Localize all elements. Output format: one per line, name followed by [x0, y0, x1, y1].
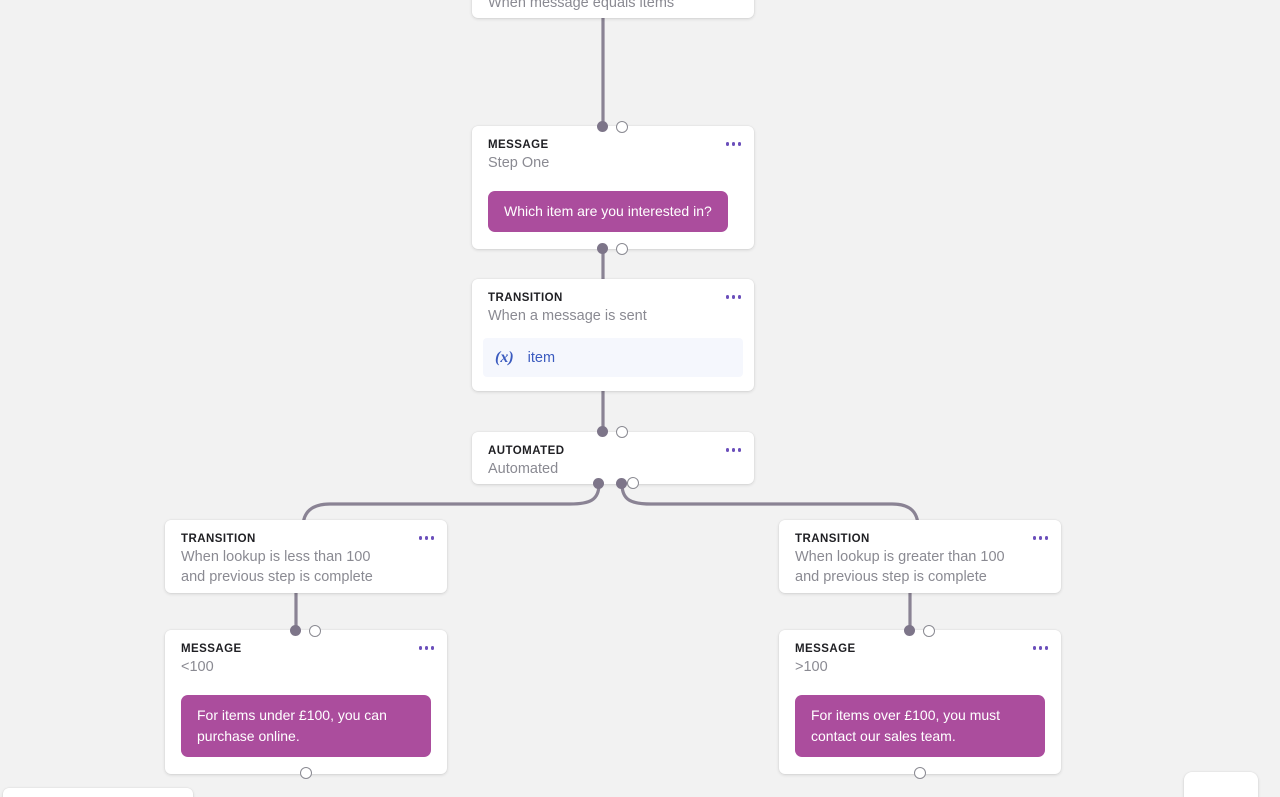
node-transition-message-sent[interactable]: TRANSITION When a message is sent (x) it… — [472, 279, 754, 391]
port-add-transition-greater-than[interactable] — [923, 625, 935, 637]
node-subtitle: When lookup is less than 100 and previou… — [181, 549, 373, 585]
port-add-transition-message-sent[interactable] — [616, 426, 628, 438]
bubble-container: For items under £100, you can purchase o… — [165, 677, 447, 771]
node-subtitle: Automated — [488, 461, 559, 477]
message-bubble: For items under £100, you can purchase o… — [181, 695, 431, 757]
node-message-step-one[interactable]: MESSAGE Step One Which item are you inte… — [472, 126, 754, 249]
port-out-transition-message-sent — [597, 426, 608, 437]
variable-container: (x) item — [472, 326, 754, 391]
variable-chip[interactable]: (x) item — [483, 338, 743, 377]
node-kicker: TRANSITION — [181, 533, 256, 545]
node-header: AUTOMATED Automated — [472, 432, 754, 479]
port-add-message-under-100[interactable] — [300, 767, 312, 779]
node-kicker: MESSAGE — [795, 643, 856, 655]
node-kicker: TRANSITION — [795, 533, 870, 545]
ellipsis-icon[interactable] — [725, 295, 741, 299]
node-subtitle: <100 — [181, 659, 214, 675]
port-add-step-one-bot[interactable] — [616, 243, 628, 255]
port-out-step-one — [597, 243, 608, 254]
node-subtitle: When lookup is greater than 100 and prev… — [795, 549, 1005, 585]
node-subtitle: >100 — [795, 659, 828, 675]
clipped-top-node[interactable]: When message equals items — [472, 0, 754, 18]
message-bubble: Which item are you interested in? — [488, 191, 728, 232]
node-automated[interactable]: AUTOMATED Automated — [472, 432, 754, 484]
node-message-over-100[interactable]: MESSAGE >100 For items over £100, you mu… — [779, 630, 1061, 774]
node-header: MESSAGE >100 — [779, 630, 1061, 677]
bubble-container: Which item are you interested in? — [472, 173, 754, 254]
ellipsis-icon[interactable] — [418, 536, 434, 540]
port-add-transition-less-than[interactable] — [309, 625, 321, 637]
bubble-container: For items over £100, you must contact ou… — [779, 677, 1061, 771]
node-subtitle: When a message is sent — [488, 308, 647, 324]
ellipsis-icon[interactable] — [418, 646, 434, 650]
ellipsis-icon[interactable] — [725, 142, 741, 146]
node-subtitle: Step One — [488, 155, 550, 171]
node-transition-greater-than-100[interactable]: TRANSITION When lookup is greater than 1… — [779, 520, 1061, 593]
flow-canvas[interactable]: When message equals items MESSAGE Step O… — [0, 0, 1280, 797]
port-add-automated[interactable] — [627, 477, 639, 489]
port-in-step-one — [597, 121, 608, 132]
node-header: MESSAGE Step One — [472, 126, 754, 173]
ellipsis-icon[interactable] — [1032, 646, 1048, 650]
node-kicker: MESSAGE — [181, 643, 242, 655]
port-out-transition-greater-than — [904, 625, 915, 636]
node-header: TRANSITION When a message is sent — [472, 279, 754, 326]
node-header: TRANSITION When lookup is less than 100 … — [165, 520, 447, 587]
node-header: MESSAGE <100 — [165, 630, 447, 677]
port-out-automated-left — [593, 478, 604, 489]
port-add-message-over-100[interactable] — [914, 767, 926, 779]
port-out-automated-right — [616, 478, 627, 489]
clipped-bottom-left-node[interactable] — [3, 788, 193, 797]
node-kicker: TRANSITION — [488, 292, 563, 304]
node-kicker: MESSAGE — [488, 139, 549, 151]
ellipsis-icon[interactable] — [725, 448, 741, 452]
help-fab[interactable] — [1184, 772, 1258, 797]
node-transition-less-than-100[interactable]: TRANSITION When lookup is less than 100 … — [165, 520, 447, 593]
node-message-under-100[interactable]: MESSAGE <100 For items under £100, you c… — [165, 630, 447, 774]
node-header: TRANSITION When lookup is greater than 1… — [779, 520, 1061, 587]
port-add-step-one-top[interactable] — [616, 121, 628, 133]
message-bubble: For items over £100, you must contact ou… — [795, 695, 1045, 757]
variable-name: item — [527, 349, 556, 366]
ellipsis-icon[interactable] — [1032, 536, 1048, 540]
node-kicker: AUTOMATED — [488, 445, 565, 457]
fx-icon: (x) — [495, 348, 514, 366]
port-out-transition-less-than — [290, 625, 301, 636]
clipped-top-node-subtitle: When message equals items — [488, 0, 675, 11]
